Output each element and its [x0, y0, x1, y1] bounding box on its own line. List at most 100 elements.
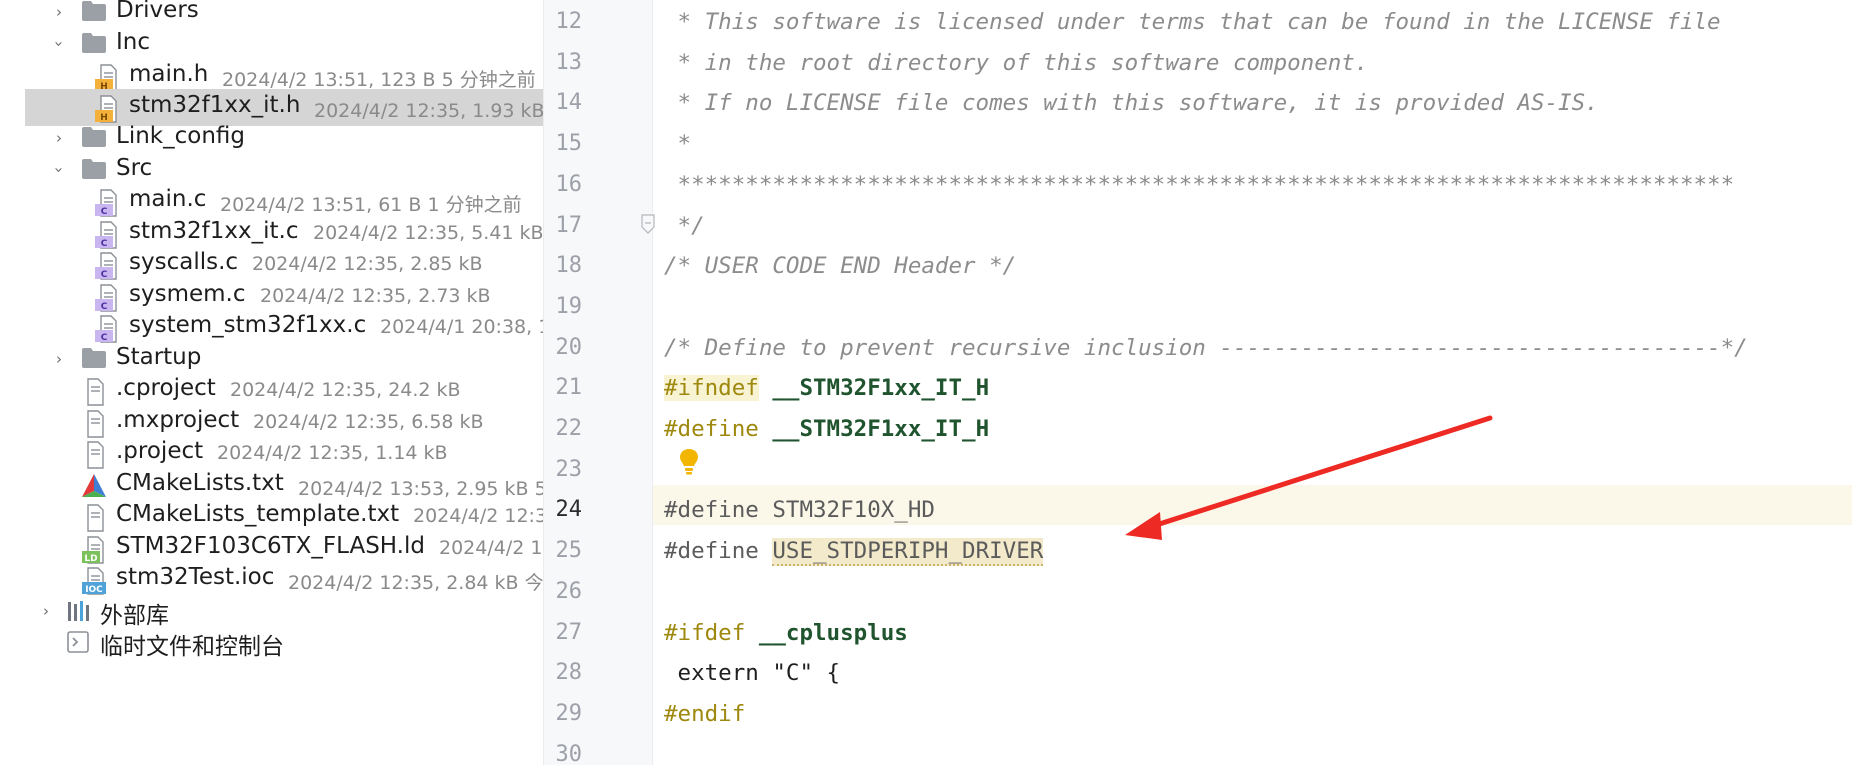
lightbulb-icon[interactable] — [677, 447, 701, 477]
code-token: #ifndef — [664, 375, 759, 401]
chevron-icon[interactable]: › — [49, 2, 69, 22]
folder-icon — [81, 158, 107, 184]
cmake-icon — [81, 473, 107, 499]
folder-icon — [81, 0, 107, 26]
tree-item-meta: 2024/4/2 12:4 — [439, 537, 543, 559]
line-number: 30 — [555, 742, 583, 767]
c-file-icon: C — [94, 189, 120, 217]
tree-item-name: stm32f1xx_it.h — [129, 92, 301, 118]
code-line[interactable]: * — [664, 124, 692, 164]
code-token: * If no LICENSE file comes with this sof… — [664, 90, 1599, 116]
code-line[interactable]: * If no LICENSE file comes with this sof… — [664, 83, 1599, 123]
folder-icon — [81, 126, 107, 152]
library-icon — [66, 599, 92, 625]
code-token: * in the root directory of this software… — [664, 50, 1369, 76]
line-number: 28 — [555, 660, 583, 685]
code-token: #endif — [664, 701, 746, 727]
line-number: 12 — [555, 9, 583, 34]
tree-item-name: 临时文件和控制台 — [100, 634, 284, 660]
tree-item-name: Startup — [116, 344, 202, 370]
c-file-icon: C — [94, 221, 120, 249]
code-line[interactable]: #ifdef __cplusplus — [664, 613, 908, 653]
folder-icon — [81, 32, 107, 58]
code-line[interactable]: /* Define to prevent recursive inclusion… — [664, 328, 1748, 368]
code-line[interactable]: extern "C" { — [664, 653, 841, 693]
code-line[interactable]: ****************************************… — [664, 165, 1735, 205]
line-number: 29 — [555, 701, 583, 726]
tree-item-name: syscalls.c — [129, 249, 239, 275]
code-line[interactable]: /* USER CODE END Header */ — [664, 246, 1016, 286]
code-line[interactable]: #define STM32F10X_HD — [664, 490, 935, 530]
code-line[interactable]: #define __STM32F1xx_IT_H — [664, 409, 989, 449]
chevron-icon[interactable]: › — [36, 601, 56, 621]
tree-item-name: stm32f1xx_it.c — [129, 218, 299, 244]
text-file-icon — [81, 504, 107, 532]
code-token: #define — [664, 538, 759, 564]
h-file-icon: H — [94, 95, 120, 123]
tree-item-meta: 2024/4/2 12:35, 5.41 kB — [313, 222, 543, 244]
code-token: #ifdef — [664, 620, 746, 646]
line-number: 22 — [555, 416, 583, 441]
tree-item-name: Drivers — [116, 0, 199, 23]
line-number: 18 — [555, 253, 583, 278]
code-line[interactable]: #define USE_STDPERIPH_DRIVER — [664, 531, 1044, 571]
tree-item-meta: 2024/4/1 20:38, 14.5 — [380, 316, 543, 338]
code-token: __STM32F1xx_IT_H — [772, 375, 990, 401]
tree-item-name: Src — [116, 155, 153, 181]
code-line[interactable]: #ifndef __STM32F1xx_IT_H — [664, 368, 989, 408]
code-line[interactable]: * in the root directory of this software… — [664, 43, 1369, 83]
tree-item-name: CMakeLists.txt — [116, 470, 284, 496]
chevron-icon[interactable]: › — [49, 160, 69, 180]
line-number: 25 — [555, 538, 583, 563]
code-token: #define — [664, 497, 759, 523]
tree-item-meta: 2024/4/2 12:35, 6.58 kB — [253, 411, 484, 433]
line-number: 14 — [555, 90, 583, 115]
code-token: __STM32F1xx_IT_H — [772, 416, 990, 442]
tree-item-name: CMakeLists_template.txt — [116, 501, 400, 527]
tree-item-name: .mxproject — [116, 407, 240, 433]
line-number: 27 — [555, 620, 583, 645]
line-number: 19 — [555, 294, 583, 319]
tree-item-name: sysmem.c — [129, 281, 246, 307]
project-tree[interactable]: › Drivers › Inc Hmain.h 2024/4/2 13:51, 123 B… — [0, 0, 543, 765]
tree-item-meta: 2024/4/2 13:51, 61 B 1 分钟之前 — [220, 194, 522, 216]
tree-item-name: main.h — [129, 61, 209, 87]
code-token: STM32F10X_HD — [772, 497, 935, 523]
line-number-gutter[interactable]: 12 13 14 15 16 17 18 19 20 21 22 23 24 25 26 27 28 29 30 — [543, 0, 655, 767]
c-file-icon: C — [94, 284, 120, 312]
code-token: #define — [664, 416, 759, 442]
chevron-icon[interactable]: › — [49, 349, 69, 369]
line-number: 24 — [555, 497, 583, 522]
text-file-icon — [81, 378, 107, 406]
code-line[interactable]: #endif — [664, 694, 745, 734]
code-token: ****************************************… — [664, 172, 1735, 198]
tree-item-name: main.c — [129, 186, 207, 212]
line-number: 23 — [555, 457, 583, 482]
line-number: 17 — [555, 213, 583, 238]
tree-item-meta: 2024/4/2 12:35, 2.85 kB — [252, 253, 483, 275]
code-line[interactable]: */ — [664, 206, 705, 246]
code-line[interactable]: * This software is licensed under terms … — [664, 2, 1721, 42]
line-number: 26 — [555, 579, 583, 604]
ld-file-icon: LD — [81, 536, 107, 564]
ioc-file-icon: IOC — [81, 567, 107, 595]
code-editor[interactable]: * This software is licensed under terms … — [652, 0, 1852, 765]
folder-icon — [81, 347, 107, 373]
code-token: */ — [664, 213, 705, 239]
tree-item-meta: 2024/4/2 12:35, 2.84 kB 今天 — [288, 572, 543, 594]
line-number: 21 — [555, 375, 583, 400]
tree-item-name: STM32F103C6TX_FLASH.ld — [116, 533, 425, 559]
tree-item-meta: 2024/4/2 12:35, 1.93 kB 片 — [314, 100, 543, 122]
tree-item-meta: 2024/4/2 12:35, 2.73 kB — [260, 285, 491, 307]
tree-item-name: system_stm32f1xx.c — [129, 312, 367, 338]
tree-item-name: Inc — [116, 29, 151, 55]
tree-item[interactable]: 临时文件和控制台 — [0, 624, 543, 661]
tree-item-name: .project — [116, 438, 204, 464]
chevron-icon[interactable]: › — [49, 34, 69, 54]
line-number: 15 — [555, 131, 583, 156]
chevron-icon[interactable]: › — [49, 128, 69, 148]
